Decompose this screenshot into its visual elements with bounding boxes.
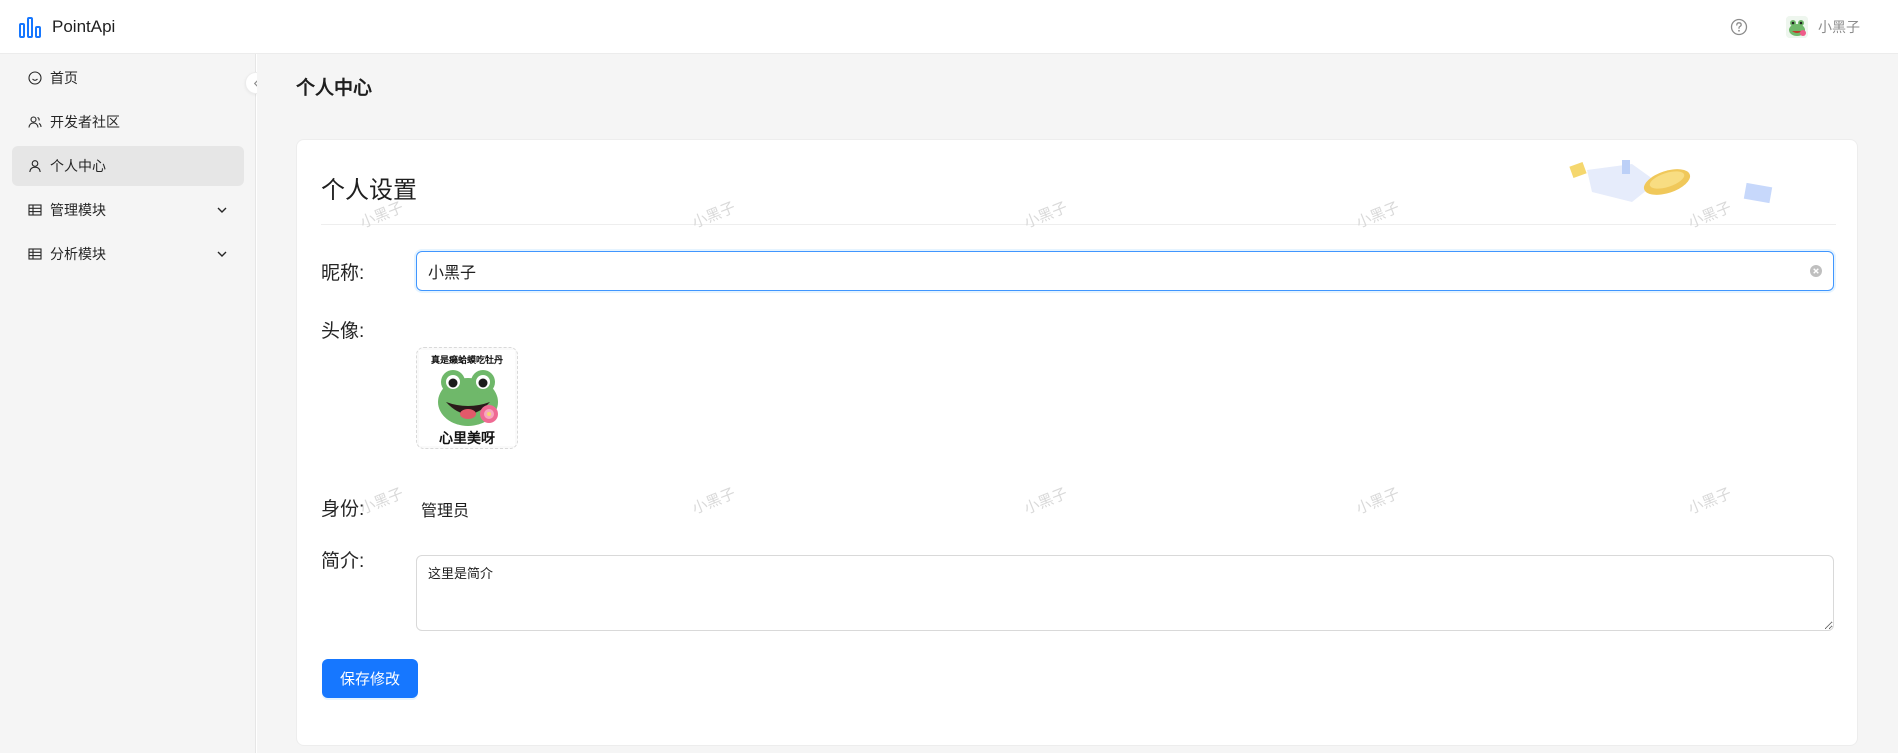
nickname-input[interactable] — [416, 251, 1834, 291]
user-avatar[interactable] — [1786, 16, 1808, 38]
bar-chart-icon — [19, 16, 41, 38]
user-icon — [28, 159, 42, 173]
nickname-label: 昵称: — [321, 263, 365, 284]
avatar-upload[interactable]: 真是癞蛤蟆吃牡丹 心里美呀 — [416, 347, 518, 449]
table-icon — [28, 247, 42, 261]
watermark: 小黑子 — [1685, 199, 1734, 232]
role-label: 身份: — [321, 499, 365, 520]
watermark: 小黑子 — [1685, 485, 1734, 518]
table-icon — [28, 203, 42, 217]
header-actions: 小黑子 — [1730, 0, 1860, 54]
watermark: 小黑子 — [689, 485, 738, 518]
sidebar-item-management[interactable]: 管理模块 — [12, 190, 244, 230]
watermark: 小黑子 — [1353, 199, 1402, 232]
sidebar-item-label: 分析模块 — [50, 246, 106, 262]
card-title: 个人设置 — [321, 177, 417, 204]
clear-icon[interactable] — [1809, 264, 1823, 278]
sidebar: 首页 开发者社区 个人中心 管理模块 分析模块 — [0, 54, 256, 753]
app-name: PointApi — [52, 16, 116, 36]
sidebar-item-home[interactable]: 首页 — [12, 58, 244, 98]
divider — [321, 224, 1836, 225]
settings-card: 个人设置 小黑子 小黑子 小黑子 小黑子 小黑子 小黑子 小黑子 小黑子 小黑子… — [296, 139, 1858, 746]
sidebar-item-label: 管理模块 — [50, 202, 106, 218]
role-value: 管理员 — [421, 503, 470, 520]
watermark: 小黑子 — [689, 199, 738, 232]
sidebar-item-label: 首页 — [50, 70, 78, 86]
main-content: 个人中心 个人设置 小黑子 小黑子 小黑子 小黑子 小黑子 小黑子 小黑子 小黑… — [257, 54, 1898, 753]
avatar-label: 头像: — [321, 321, 365, 342]
avatar-image: 真是癞蛤蟆吃牡丹 心里美呀 — [419, 350, 515, 447]
frog-sticker-icon — [438, 370, 498, 426]
sidebar-item-label: 个人中心 — [50, 158, 106, 174]
sidebar-item-developer-community[interactable]: 开发者社区 — [12, 102, 244, 142]
sidebar-item-analysis[interactable]: 分析模块 — [12, 234, 244, 274]
bio-textarea[interactable]: 这里是简介 — [416, 555, 1834, 631]
watermark: 小黑子 — [1353, 485, 1402, 518]
chevron-down-icon — [217, 251, 227, 257]
frog-avatar-icon — [1786, 16, 1808, 38]
bio-label: 简介: — [321, 551, 365, 572]
sidebar-item-label: 开发者社区 — [50, 114, 120, 130]
watermark: 小黑子 — [1021, 199, 1070, 232]
smile-icon — [28, 71, 42, 85]
avatar-caption-bottom: 心里美呀 — [439, 431, 495, 447]
chevron-down-icon — [217, 207, 227, 213]
page-title: 个人中心 — [296, 78, 373, 99]
logo[interactable]: PointApi — [18, 15, 115, 39]
users-icon — [28, 115, 42, 129]
watermark: 小黑子 — [1021, 485, 1070, 518]
save-button[interactable]: 保存修改 — [322, 659, 418, 698]
question-circle-icon[interactable] — [1730, 18, 1748, 36]
top-header: PointApi 小黑子 — [0, 0, 1898, 54]
user-name[interactable]: 小黑子 — [1818, 17, 1860, 37]
sidebar-item-personal-center[interactable]: 个人中心 — [12, 146, 244, 186]
